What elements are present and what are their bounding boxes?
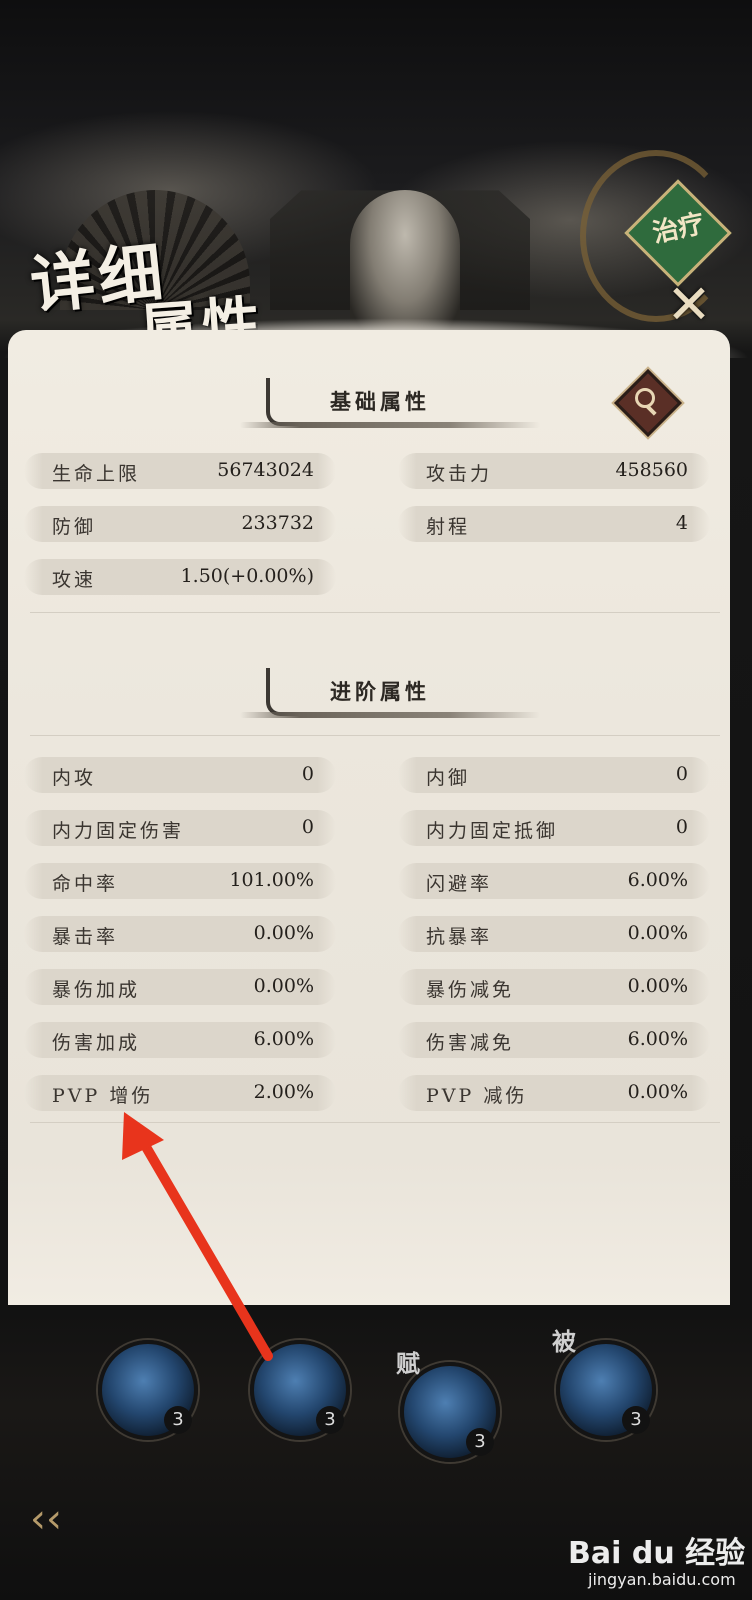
brush-icon — [266, 668, 316, 716]
stat-row: 内御 0 — [398, 757, 710, 793]
stat-value: 6.00% — [253, 1028, 314, 1050]
magnifier-icon — [635, 388, 655, 408]
divider — [30, 735, 720, 736]
stat-value: 0 — [675, 763, 688, 785]
stat-value: 0.00% — [627, 922, 688, 944]
skill-tag: 被 — [552, 1327, 576, 1356]
stat-value: 101.00% — [229, 869, 314, 891]
stat-value: 56743024 — [217, 459, 314, 481]
stat-value: 0.00% — [253, 975, 314, 997]
back-button[interactable]: ‹‹ — [30, 1496, 110, 1546]
stat-label: 抗暴率 — [426, 926, 493, 948]
section-title: 基础属性 — [330, 389, 430, 414]
stat-label: 暴伤加成 — [52, 979, 141, 1001]
stat-label: 攻击力 — [426, 463, 493, 485]
stat-label: 内力固定伤害 — [52, 820, 185, 842]
stat-label: 防御 — [52, 516, 97, 538]
stat-label: 暴击率 — [52, 926, 119, 948]
stat-label: 伤害减免 — [426, 1032, 515, 1054]
skill-icon[interactable]: 3 — [250, 1340, 350, 1440]
stat-label: 内攻 — [52, 767, 97, 789]
watermark: Bai du 经验 jingyan.baidu.com — [568, 1528, 746, 1589]
skill-level: 3 — [466, 1428, 494, 1456]
stat-label: 攻速 — [52, 569, 97, 591]
skill-level: 3 — [622, 1406, 650, 1434]
stat-value: 0 — [301, 816, 314, 838]
skill-icon[interactable]: 3 — [98, 1340, 198, 1440]
divider — [30, 612, 720, 613]
skill-icon[interactable]: 赋3 — [396, 1349, 500, 1462]
stat-value: 4 — [675, 512, 688, 534]
brush-stroke — [240, 422, 540, 428]
search-button[interactable] — [614, 369, 682, 437]
stat-label: 闪避率 — [426, 873, 493, 895]
stat-value: 0 — [675, 816, 688, 838]
stat-row-attack: 攻击力 458560 — [398, 453, 710, 489]
brush-icon — [266, 378, 316, 426]
stat-row-pvp-damage-bonus: PVP 增伤 2.00% — [24, 1075, 336, 1111]
stat-row: 伤害减免 6.00% — [398, 1022, 710, 1058]
close-button[interactable]: ✕ — [660, 276, 718, 334]
back-arrow-icon: ‹‹ — [30, 1496, 62, 1542]
skill-icon[interactable]: 被3 — [552, 1327, 656, 1440]
stat-value: 6.00% — [627, 1028, 688, 1050]
stat-row-attack-speed: 攻速 1.50(+0.00%) — [24, 559, 336, 595]
stat-label: PVP 增伤 — [52, 1085, 154, 1107]
stat-row: 暴击率 0.00% — [24, 916, 336, 952]
stat-row: 抗暴率 0.00% — [398, 916, 710, 952]
stat-label: PVP 减伤 — [426, 1085, 528, 1107]
stat-value: 233732 — [241, 512, 314, 534]
stat-row-hp: 生命上限 56743024 — [24, 453, 336, 489]
stat-label: 命中率 — [52, 873, 119, 895]
stat-row: 伤害加成 6.00% — [24, 1022, 336, 1058]
stat-value: 458560 — [615, 459, 688, 481]
stat-label: 暴伤减免 — [426, 979, 515, 1001]
brush-stroke — [240, 712, 540, 718]
stat-value: 1.50(+0.00%) — [180, 565, 314, 587]
stat-label: 内力固定抵御 — [426, 820, 559, 842]
stat-row: 内攻 0 — [24, 757, 336, 793]
stat-row-range: 射程 4 — [398, 506, 710, 542]
divider — [30, 1122, 720, 1123]
stat-label: 射程 — [426, 516, 471, 538]
stat-row: 暴伤减免 0.00% — [398, 969, 710, 1005]
skill-tag: 赋 — [396, 1349, 420, 1378]
watermark-url: jingyan.baidu.com — [588, 1570, 736, 1589]
advanced-section-heading: 进阶属性 — [240, 668, 540, 718]
stat-value: 0.00% — [253, 922, 314, 944]
stat-value: 0 — [301, 763, 314, 785]
stat-row: 内力固定伤害 0 — [24, 810, 336, 846]
stat-row-pvp-damage-reduction: PVP 减伤 0.00% — [398, 1075, 710, 1111]
stat-label: 生命上限 — [52, 463, 141, 485]
stat-value: 6.00% — [627, 869, 688, 891]
skill-level: 3 — [316, 1406, 344, 1434]
stat-row: 内力固定抵御 0 — [398, 810, 710, 846]
skill-level: 3 — [164, 1406, 192, 1434]
watermark-brand: Bai du 经验 — [568, 1536, 746, 1571]
stat-label: 伤害加成 — [52, 1032, 141, 1054]
basic-section-heading: 基础属性 — [240, 378, 540, 428]
stat-row: 闪避率 6.00% — [398, 863, 710, 899]
stat-value: 2.00% — [253, 1081, 314, 1103]
stat-label: 内御 — [426, 767, 471, 789]
stat-value: 0.00% — [627, 975, 688, 997]
section-title: 进阶属性 — [330, 679, 430, 704]
stat-row-defense: 防御 233732 — [24, 506, 336, 542]
close-icon: ✕ — [666, 273, 712, 336]
stat-value: 0.00% — [627, 1081, 688, 1103]
stat-row: 命中率 101.00% — [24, 863, 336, 899]
stat-row: 暴伤加成 0.00% — [24, 969, 336, 1005]
